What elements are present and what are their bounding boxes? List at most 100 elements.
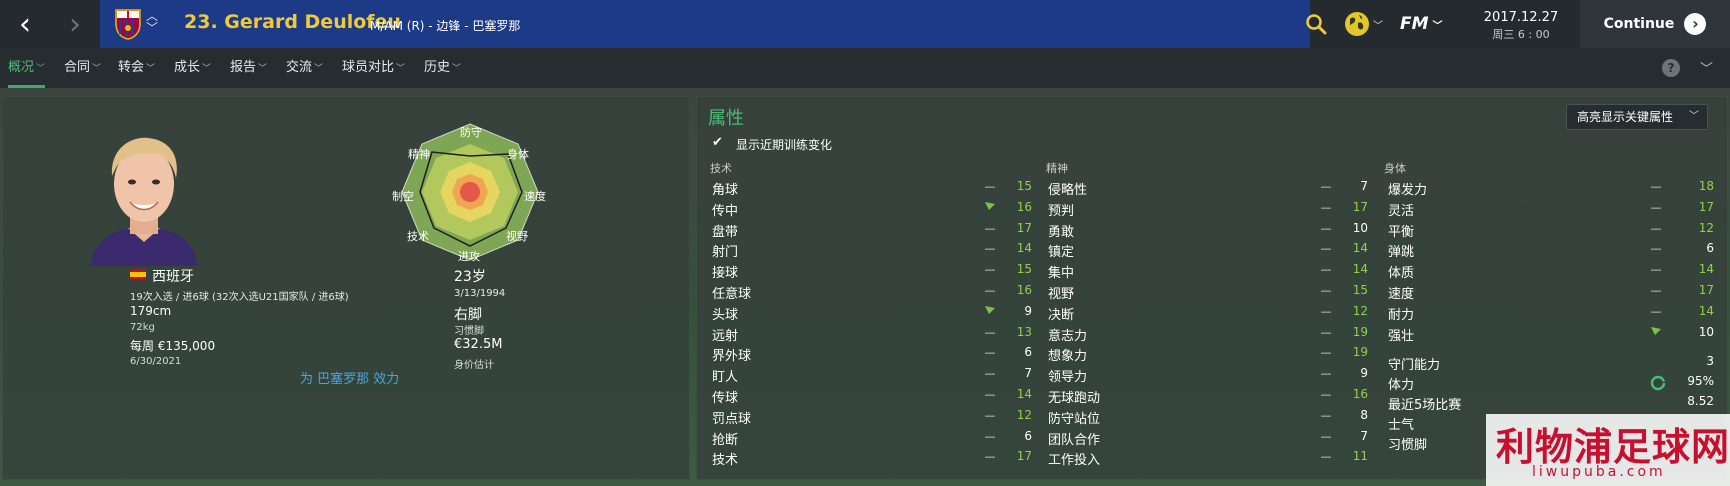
trend-flat-icon: —: [1320, 304, 1332, 318]
attribute-row[interactable]: 盘带 — 17: [712, 219, 1034, 240]
attribute-row[interactable]: 预判 — 17: [1048, 198, 1370, 219]
attribute-row[interactable]: 视野 — 15: [1048, 281, 1370, 302]
forward-button[interactable]: ›: [50, 0, 100, 48]
trend-flat-icon: —: [1650, 221, 1662, 235]
trend-flat-icon: —: [1320, 408, 1332, 422]
attribute-value: 9: [1360, 366, 1368, 381]
radar-label-mental: 精神: [408, 148, 430, 161]
attribute-row[interactable]: 弹跳 — 6: [1388, 239, 1716, 260]
attribute-row[interactable]: 意志力 — 19: [1048, 323, 1370, 344]
attribute-row[interactable]: 传球 — 14: [712, 385, 1034, 406]
attribute-row[interactable]: 镇定 — 14: [1048, 239, 1370, 260]
trend-flat-icon: —: [1650, 200, 1662, 214]
attribute-row[interactable]: 防守站位 — 8: [1048, 406, 1370, 427]
attribute-name: 传球: [712, 391, 739, 406]
attribute-row[interactable]: 灵活 — 17: [1388, 198, 1716, 219]
attribute-row[interactable]: 想象力 — 19: [1048, 343, 1370, 364]
attribute-row[interactable]: 罚点球 — 12: [712, 406, 1034, 427]
attribute-row[interactable]: 无球跑动 — 16: [1048, 385, 1370, 406]
attribute-name: 任意球: [712, 287, 752, 302]
attribute-row[interactable]: 远射 — 13: [712, 323, 1034, 344]
stat-value: 3: [1706, 354, 1714, 368]
globe-menu-button[interactable]: ﹀: [1344, 8, 1388, 40]
attribute-value: 16: [1016, 199, 1032, 214]
attribute-value: 17: [1352, 199, 1368, 214]
attribute-row[interactable]: 爆发力 — 18: [1388, 177, 1716, 198]
attribute-name: 远射: [712, 328, 739, 344]
attribute-value: 10: [1698, 324, 1714, 339]
attribute-row[interactable]: 团队合作 — 7: [1048, 427, 1370, 448]
radar-label-physical: 身体: [507, 148, 529, 161]
attribute-value: 12: [1698, 220, 1714, 235]
attribute-value: 18: [1698, 179, 1714, 193]
attribute-name: 界外球: [712, 349, 752, 365]
attribute-value: 13: [1016, 324, 1032, 339]
attribute-row[interactable]: 抢断 — 6: [712, 427, 1034, 448]
attribute-row[interactable]: 决断 — 12: [1048, 302, 1370, 323]
attribute-row[interactable]: 接球 — 15: [712, 260, 1034, 281]
date-main: 2017.12.27: [1483, 10, 1559, 25]
attribute-row[interactable]: 界外球 — 6: [712, 343, 1034, 364]
attribute-row[interactable]: 技术 — 17: [712, 447, 1034, 468]
attribute-value: 6: [1706, 241, 1714, 256]
club-switch-chevrons[interactable]: ︿ ﹀: [146, 10, 158, 34]
tab-compare[interactable]: 球员对比 ﹀: [342, 48, 405, 88]
club-link[interactable]: 为 巴塞罗那 效力: [300, 368, 399, 387]
stat-row[interactable]: 最近5场比赛 8.52: [1388, 394, 1714, 414]
attribute-value: 7: [1024, 366, 1032, 381]
nationality[interactable]: 西班牙: [152, 266, 194, 286]
contract-expiry: 6/30/2021: [130, 356, 182, 367]
attribute-row[interactable]: 耐力 — 14: [1388, 302, 1716, 323]
check-icon: ✔: [712, 135, 723, 150]
stat-row[interactable]: 守门能力 3: [1388, 354, 1714, 374]
attribute-value: 17: [1016, 449, 1032, 464]
attribute-value: 14: [1016, 387, 1032, 401]
stat-row[interactable]: 体力 95%: [1388, 374, 1714, 394]
show-training-label: 显示近期训练变化: [736, 138, 833, 152]
trend-flat-icon: —: [1320, 242, 1332, 256]
attribute-row[interactable]: 强壮 10: [1388, 323, 1716, 344]
attribute-row[interactable]: 勇敢 — 10: [1048, 219, 1370, 240]
search-icon[interactable]: [1304, 12, 1328, 36]
attribute-value: 16: [1016, 283, 1032, 297]
attribute-value: 12: [1016, 407, 1032, 422]
stat-value: 95%: [1687, 374, 1714, 388]
attribute-row[interactable]: 集中 — 14: [1048, 260, 1370, 281]
highlight-key-attributes-dropdown[interactable]: 高亮显示关键属性 ﹀: [1566, 104, 1708, 130]
tab-overview[interactable]: 概况 ﹀: [8, 48, 46, 88]
attribute-row[interactable]: 工作投入 — 11: [1048, 447, 1370, 468]
attribute-row[interactable]: 领导力 — 9: [1048, 364, 1370, 385]
attribute-row[interactable]: 盯人 — 7: [712, 364, 1034, 385]
fm-menu-button[interactable]: FM ﹀: [1400, 8, 1460, 40]
attribute-row[interactable]: 速度 — 17: [1388, 281, 1716, 302]
chevron-down-icon: ﹀: [92, 64, 102, 74]
chevron-down-icon[interactable]: ﹀: [1700, 58, 1713, 77]
game-date[interactable]: 2017.12.27 周三 6 : 00: [1462, 0, 1580, 48]
trend-flat-icon: —: [984, 263, 996, 277]
tab-transfer[interactable]: 转会 ﹀: [118, 48, 155, 88]
attribute-row[interactable]: 侵略性 — 7: [1048, 177, 1370, 198]
attribute-row[interactable]: 平衡 — 12: [1388, 219, 1716, 240]
player-subtitle: M/AM (R) - 边锋 - 巴塞罗那: [370, 19, 521, 33]
attribute-row[interactable]: 任意球 — 16: [712, 281, 1034, 302]
attribute-row[interactable]: 射门 — 14: [712, 239, 1034, 260]
back-button[interactable]: ‹: [0, 0, 50, 48]
attribute-row[interactable]: 头球 9: [712, 302, 1034, 323]
player-title: 23. Gerard Deulofeu: [184, 11, 401, 33]
attribute-row[interactable]: 角球 — 15: [712, 177, 1034, 198]
show-training-checkbox[interactable]: ✔: [712, 136, 726, 150]
tab-development[interactable]: 成长 ﹀: [174, 48, 211, 88]
attribute-name: 集中: [1048, 266, 1075, 282]
attribute-value: 10: [1352, 220, 1368, 235]
attribute-row[interactable]: 传中 16: [712, 198, 1034, 219]
help-icon[interactable]: ?: [1662, 59, 1680, 77]
tab-interaction[interactable]: 交流 ﹀: [286, 48, 323, 88]
club-crest-icon[interactable]: [114, 8, 142, 40]
tab-reports[interactable]: 报告 ﹀: [230, 48, 267, 88]
tab-contract[interactable]: 合同 ﹀: [64, 48, 101, 88]
tab-bar: 概况 ﹀ 合同 ﹀ 转会 ﹀ 成长 ﹀ 报告 ﹀ 交流 ﹀ 球员对比 ﹀ 历史 ﹀: [0, 48, 1730, 88]
tab-history[interactable]: 历史 ﹀: [424, 48, 461, 88]
continue-button[interactable]: Continue ›: [1580, 0, 1730, 48]
attribute-row[interactable]: 体质 — 14: [1388, 260, 1716, 281]
attribute-name: 意志力: [1048, 328, 1088, 344]
